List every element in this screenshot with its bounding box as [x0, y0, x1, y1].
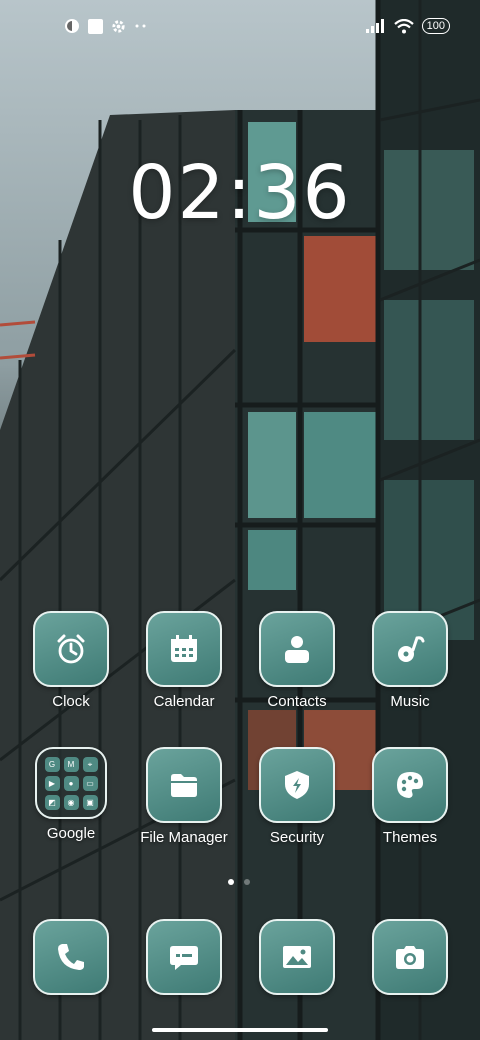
tile[interactable] — [372, 611, 448, 687]
shield-icon — [285, 771, 309, 799]
more-dots-icon — [135, 24, 146, 28]
tile[interactable] — [372, 919, 448, 995]
app-google-folder[interactable]: G M ⌖ ▶ ● ▭ ◩ ◉ ▣ Google — [21, 747, 121, 842]
app-security[interactable]: Security — [247, 747, 347, 846]
wifi-icon — [393, 18, 414, 33]
folder-mini-icon: ▣ — [82, 794, 98, 810]
folder-mini-icon: ● — [63, 775, 79, 791]
app-label: Google — [46, 825, 96, 842]
palette-icon — [397, 772, 423, 798]
app-clock[interactable]: Clock — [21, 611, 121, 710]
folder-mini-icon: ◉ — [63, 794, 79, 810]
folder-mini-icon: ▭ — [82, 775, 98, 791]
app-calendar[interactable]: Calendar — [134, 611, 234, 710]
tile[interactable] — [259, 919, 335, 995]
status-left — [64, 18, 148, 34]
tile[interactable] — [259, 611, 335, 687]
folder-mini-icon: ◩ — [44, 794, 60, 810]
folder-icon — [171, 774, 197, 797]
app-label: Clock — [52, 693, 90, 710]
contacts-icon — [285, 636, 309, 663]
app-label: Themes — [382, 829, 438, 846]
app-themes[interactable]: Themes — [360, 747, 460, 846]
status-right: 100 — [365, 18, 450, 34]
tile[interactable] — [146, 747, 222, 823]
folder-mini-icon: G — [44, 756, 60, 772]
dock-camera[interactable] — [360, 919, 460, 995]
dock-phone[interactable] — [21, 919, 121, 995]
app-contacts[interactable]: Contacts — [247, 611, 347, 710]
dock-gallery[interactable] — [247, 919, 347, 995]
app-music[interactable]: Music — [360, 611, 460, 710]
signal-icon — [365, 19, 384, 33]
gear-icon — [112, 19, 125, 33]
folder-mini-icon: ⌖ — [82, 756, 98, 772]
app-label: Security — [269, 829, 325, 846]
dock-messages[interactable] — [134, 919, 234, 995]
page-indicator — [228, 879, 250, 885]
status-bar: 100 — [0, 0, 480, 56]
lock-clock: 02:36 — [128, 150, 352, 236]
tile[interactable] — [33, 919, 109, 995]
battery-icon: 100 — [421, 18, 450, 34]
tile[interactable] — [372, 747, 448, 823]
app-file-manager[interactable]: File Manager — [134, 747, 234, 846]
app-badge-icon — [65, 19, 79, 33]
folder-mini-icon: M — [63, 756, 79, 772]
google-folder[interactable]: G M ⌖ ▶ ● ▭ ◩ ◉ ▣ — [35, 747, 107, 819]
calendar-icon — [171, 635, 197, 662]
messages-icon — [170, 946, 198, 970]
tile[interactable] — [259, 747, 335, 823]
app-label: Calendar — [153, 693, 215, 710]
tile[interactable] — [146, 611, 222, 687]
home-indicator[interactable] — [152, 1028, 328, 1032]
phone-icon — [58, 944, 84, 970]
gallery-icon — [283, 946, 311, 968]
folder-mini-icon: ▶ — [44, 775, 60, 791]
alarm-clock-icon — [57, 634, 85, 664]
page-dot — [244, 879, 250, 885]
app-label: File Manager — [140, 829, 228, 846]
app-label: Contacts — [267, 693, 327, 710]
camera-icon — [396, 946, 424, 969]
square-icon — [88, 18, 103, 34]
tile[interactable] — [33, 611, 109, 687]
page-dot-active — [228, 879, 234, 885]
music-icon — [398, 636, 425, 662]
tile[interactable] — [146, 919, 222, 995]
app-label: Music — [390, 693, 430, 710]
